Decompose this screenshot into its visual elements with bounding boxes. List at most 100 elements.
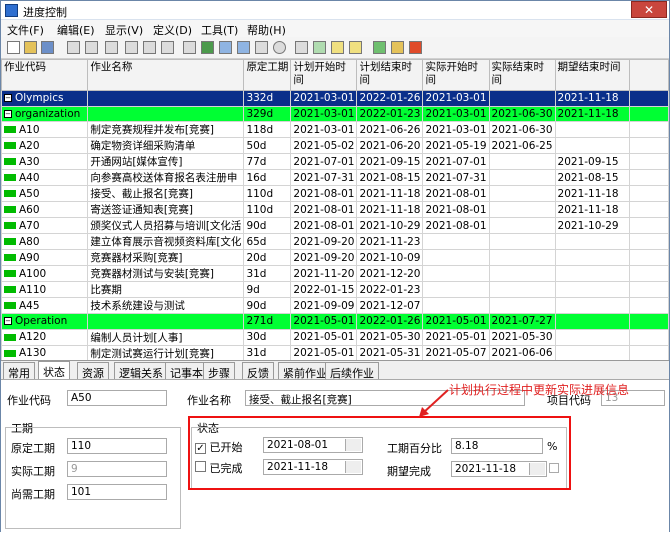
table-cell[interactable]: 确定物资详细采购清单 <box>87 137 245 154</box>
activity-grid[interactable]: 作业代码 作业名称 原定工期 计划开始时间 计划结束时间 实际开始时间 实际结束… <box>1 59 669 361</box>
table-cell[interactable]: 2021-08-01 <box>290 217 358 234</box>
table-cell[interactable] <box>488 169 556 186</box>
table-cell[interactable]: 90d <box>243 217 292 234</box>
table-cell[interactable]: 2021-05-30 <box>488 328 556 346</box>
table-cell[interactable]: A30 <box>1 153 89 170</box>
menu-define[interactable]: 定义(D) <box>153 22 192 38</box>
table-cell[interactable]: 2022-01-23 <box>356 105 424 122</box>
menu-file[interactable]: 文件(F) <box>7 22 44 38</box>
table-cell[interactable]: 2022-01-26 <box>356 90 424 107</box>
table-cell[interactable]: A50 <box>1 185 89 202</box>
table-cell[interactable] <box>422 233 490 250</box>
table-cell[interactable]: 2021-07-01 <box>422 153 490 170</box>
table-cell[interactable]: A120 <box>1 328 89 346</box>
table-cell[interactable]: 2021-09-20 <box>290 233 358 250</box>
table-cell[interactable]: 2021-05-01 <box>422 313 490 330</box>
new-icon[interactable] <box>7 41 20 54</box>
table-cell[interactable]: 332d <box>243 90 292 107</box>
table-row[interactable]: − Olympics 332d 2021-03-01 2022-01-26 2021-03… <box>1 90 669 107</box>
table-cell[interactable]: 2021-10-29 <box>356 217 424 234</box>
orig-duration-field[interactable]: 110 <box>67 438 167 454</box>
table-cell[interactable]: A60 <box>1 201 89 218</box>
table-cell[interactable] <box>554 121 630 138</box>
settings-icon[interactable] <box>273 41 286 54</box>
table-cell[interactable]: 2021-06-30 <box>488 121 556 138</box>
table-cell[interactable]: 2021-07-27 <box>488 313 556 330</box>
table-cell[interactable]: 2021-06-20 <box>356 137 424 154</box>
grid-icon[interactable] <box>125 41 138 54</box>
table-cell[interactable]: 2022-01-15 <box>290 281 358 298</box>
table-cell[interactable] <box>87 105 245 122</box>
table-cell[interactable]: 271d <box>243 313 292 330</box>
table-cell[interactable]: − Olympics <box>1 90 89 107</box>
table-cell[interactable]: 31d <box>243 344 292 360</box>
table-cell[interactable]: 2021-06-25 <box>488 137 556 154</box>
table-cell[interactable] <box>87 90 245 107</box>
table-cell[interactable]: 2021-08-15 <box>356 169 424 186</box>
tab-resources[interactable]: 资源 <box>77 362 109 380</box>
col-header-actual-start[interactable]: 实际开始时间 <box>422 59 490 91</box>
remaining-duration-field[interactable]: 101 <box>67 484 167 500</box>
table-cell[interactable]: 2021-09-20 <box>290 249 358 266</box>
table-cell[interactable]: 2021-08-01 <box>290 201 358 218</box>
table-row[interactable]: A20 确定物资详细采购清单 50d 2021-05-02 2021-06-20 2021… <box>1 137 669 154</box>
table-cell[interactable]: 2021-05-07 <box>422 344 490 360</box>
col-header-plan-end[interactable]: 计划结束时间 <box>356 59 424 91</box>
table-cell[interactable] <box>87 313 245 330</box>
tree-icon[interactable] <box>105 41 118 54</box>
table-cell[interactable]: 110d <box>243 201 292 218</box>
table-cell[interactable]: 30d <box>243 328 292 346</box>
table-cell[interactable]: A20 <box>1 137 89 154</box>
table-cell[interactable]: 2022-01-26 <box>356 313 424 330</box>
table-row[interactable]: A40 向参赛高校送体育报名表注册申 16d 2021-07-31 2021-08-15… <box>1 169 669 186</box>
table-cell[interactable]: 2021-07-01 <box>290 153 358 170</box>
table-cell[interactable]: 2021-08-15 <box>554 169 630 186</box>
col-header-orig-duration[interactable]: 原定工期 <box>243 59 292 91</box>
col-header-expected-end[interactable]: 期望结束时间 <box>554 59 630 91</box>
table-cell[interactable]: 2021-12-20 <box>356 265 424 282</box>
table-cell[interactable]: − organization <box>1 105 89 122</box>
collapse-icon[interactable]: − <box>4 109 12 118</box>
menu-tools[interactable]: 工具(T) <box>201 22 238 38</box>
calendar-icon[interactable] <box>201 41 214 54</box>
table-cell[interactable] <box>554 297 630 314</box>
table-cell[interactable] <box>554 344 630 360</box>
folder-icon[interactable] <box>391 41 404 54</box>
table-row[interactable]: A70 颁奖仪式人员招募与培训[文化活 90d 2021-08-01 2021-10-2… <box>1 217 669 234</box>
table-cell[interactable] <box>488 201 556 218</box>
table-cell[interactable]: 2021-11-18 <box>356 185 424 202</box>
table-cell[interactable]: 2021-06-30 <box>488 105 556 122</box>
table-cell[interactable]: 2021-03-01 <box>290 90 358 107</box>
resource-icon[interactable] <box>295 41 308 54</box>
user-icon[interactable] <box>313 41 326 54</box>
table-cell[interactable] <box>488 153 556 170</box>
export-icon[interactable] <box>373 41 386 54</box>
split-icon[interactable] <box>183 41 196 54</box>
table-cell[interactable]: 9d <box>243 281 292 298</box>
table-cell[interactable]: 2021-11-18 <box>356 201 424 218</box>
table-cell[interactable]: A90 <box>1 249 89 266</box>
table-cell[interactable]: 2021-03-01 <box>422 90 490 107</box>
delete-icon[interactable] <box>67 41 80 54</box>
table-cell[interactable]: 颁奖仪式人员招募与培训[文化活 <box>87 217 245 234</box>
table-cell[interactable] <box>488 90 556 107</box>
table-cell[interactable]: 2021-05-01 <box>422 328 490 346</box>
code-field[interactable]: A50 <box>67 390 167 406</box>
table-cell[interactable] <box>554 313 630 330</box>
window-icon[interactable] <box>85 41 98 54</box>
table-cell[interactable]: 2021-11-18 <box>554 185 630 202</box>
tab-predecessors[interactable]: 紧前作业 <box>278 362 332 380</box>
tab-notes[interactable]: 记事本 <box>165 362 208 380</box>
table-cell[interactable]: 2021-05-01 <box>290 344 358 360</box>
table-cell[interactable]: 竞赛器材测试与安装[竞赛] <box>87 265 245 282</box>
table-cell[interactable]: 2021-05-31 <box>356 344 424 360</box>
table-row[interactable]: − organization 329d 2021-03-01 2022-01-23 202… <box>1 105 669 122</box>
table-cell[interactable]: 开通网站[媒体宣传] <box>87 153 245 170</box>
table-cell[interactable]: 编制人员计划[人事] <box>87 328 245 346</box>
menu-edit[interactable]: 编辑(E) <box>57 22 95 38</box>
table-cell[interactable]: 77d <box>243 153 292 170</box>
table-cell[interactable] <box>488 217 556 234</box>
table-row[interactable]: A10 制定竞赛规程并发布[竞赛] 118d 2021-03-01 2021-06-26… <box>1 121 669 138</box>
table-cell[interactable]: A45 <box>1 297 89 314</box>
table-cell[interactable] <box>554 249 630 266</box>
